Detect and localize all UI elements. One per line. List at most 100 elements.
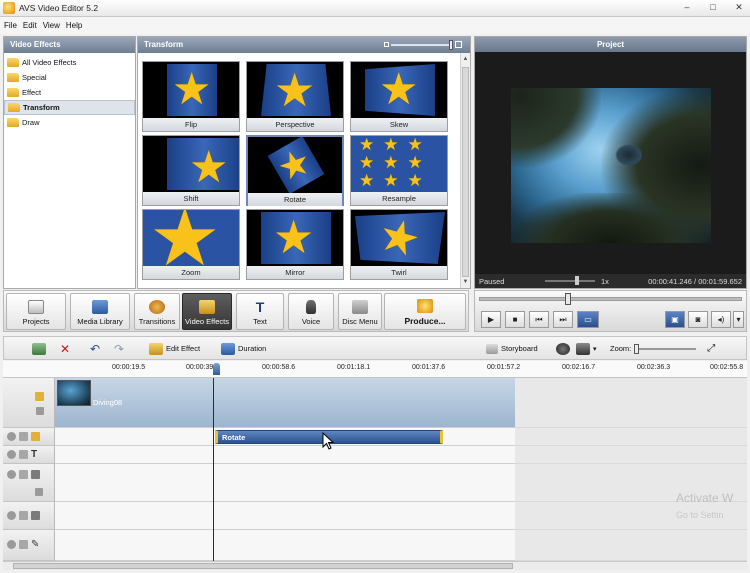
voice-button[interactable]: Voice (288, 293, 334, 330)
minimize-button[interactable]: – (678, 2, 696, 14)
menu-edit[interactable]: Edit (22, 21, 38, 30)
playhead-line[interactable] (213, 378, 214, 561)
effect-category-label: Special (22, 73, 47, 82)
video-effects-button[interactable]: Video Effects (182, 293, 232, 330)
activate-windows-subtext: Go to Settin (676, 510, 724, 520)
overlay-track-header (3, 464, 55, 502)
effect-category-all[interactable]: All Video Effects (4, 55, 135, 70)
edit-effect-button[interactable]: Edit Effect (149, 341, 200, 356)
maximize-button[interactable]: □ (704, 2, 722, 14)
effect-category-special[interactable]: Special (4, 70, 135, 85)
seek-bar[interactable] (479, 297, 742, 301)
text-track-empty[interactable] (515, 446, 747, 464)
timeline-ruler[interactable]: 00:00:19.5 00:00:39.0 00:00:58.6 00:01:1… (3, 361, 747, 378)
effect-category-transform[interactable]: Transform (4, 100, 135, 115)
video-track-icon (35, 392, 44, 401)
star-icon: ★★★ (359, 171, 432, 190)
audio-track[interactable] (55, 502, 515, 530)
timeline-horizontal-scrollbar[interactable] (3, 561, 747, 570)
zoom-slider[interactable] (634, 343, 697, 354)
redo-button[interactable]: ↷ (114, 341, 124, 356)
thumb-size-slider[interactable] (384, 39, 462, 50)
fit-to-window-icon[interactable]: ⤢ (707, 343, 715, 354)
scrollbar-thumb[interactable] (13, 563, 513, 569)
star-icon: ★ (273, 211, 315, 263)
video-clip-thumbnail[interactable] (57, 380, 91, 406)
lock-icon[interactable] (19, 432, 28, 441)
menu-bar: File Edit View Help (0, 17, 750, 34)
scroll-up-icon[interactable]: ▲ (462, 55, 469, 63)
disc-menu-button[interactable]: Disc Menu (338, 293, 382, 330)
eye-icon[interactable] (7, 450, 16, 459)
projects-button[interactable]: Projects (6, 293, 66, 330)
menu-help[interactable]: Help (65, 21, 83, 30)
scrollbar-thumb[interactable] (462, 67, 469, 277)
produce-button[interactable]: Produce... (384, 293, 466, 330)
undo-button[interactable]: ↶ (90, 341, 100, 356)
effect-thumb-flip[interactable]: ★ Flip (142, 61, 240, 132)
overlay-track[interactable] (55, 464, 515, 502)
effect-thumb-mirror[interactable]: ★ Mirror (246, 209, 344, 280)
previous-frame-button[interactable]: ⏮ (529, 311, 549, 328)
video-clip-name: Diving08 (93, 398, 123, 407)
monitor-button[interactable]: ▣ (665, 311, 685, 328)
effect-thumb-resample[interactable]: ★★★ ★★★ ★★★ Resample (350, 135, 448, 206)
text-button[interactable]: T Text (236, 293, 284, 330)
lock-icon[interactable] (19, 470, 28, 479)
effect-thumb-rotate[interactable]: ★ Rotate (246, 135, 344, 206)
audio-speaker-icon[interactable] (35, 407, 44, 415)
video-track[interactable]: Diving08 (55, 378, 515, 428)
next-frame-button[interactable]: ⏭ (553, 311, 573, 328)
slider-track[interactable] (391, 39, 453, 50)
slider-knob[interactable] (449, 39, 453, 50)
effect-track[interactable]: Rotate (55, 428, 515, 446)
eye-icon[interactable] (7, 511, 16, 520)
video-preview[interactable] (475, 52, 746, 274)
eye-icon[interactable] (7, 540, 16, 549)
storyboard-toggle[interactable]: Storyboard (486, 341, 538, 356)
media-library-button[interactable]: Media Library (70, 293, 130, 330)
duration-button[interactable]: Duration (221, 341, 266, 356)
scroll-down-icon[interactable]: ▼ (462, 278, 469, 286)
lock-icon[interactable] (19, 450, 28, 459)
stop-button[interactable]: ■ (505, 311, 525, 328)
effect-thumb-skew[interactable]: ★ Skew (350, 61, 448, 132)
fullscreen-toggle-button[interactable]: ▭ (577, 311, 599, 328)
lock-icon[interactable] (19, 540, 28, 549)
storyboard-icon (486, 343, 498, 354)
close-button[interactable]: ✕ (730, 2, 748, 14)
thumbnail-scrollbar[interactable]: ▲ ▼ (460, 53, 470, 288)
effect-track-empty[interactable] (515, 428, 747, 446)
audio-speaker-icon[interactable] (35, 488, 43, 496)
snapshot-button[interactable]: ◙ (688, 311, 708, 328)
volume-button[interactable]: ◂) (711, 311, 731, 328)
zoom-slider-knob[interactable] (634, 343, 640, 354)
volume-menu-button[interactable]: ▾ (733, 311, 744, 328)
text-track[interactable] (55, 446, 515, 464)
transitions-button[interactable]: Transitions (134, 293, 180, 330)
effect-thumb-zoom[interactable]: ★ Zoom (142, 209, 240, 280)
menu-view[interactable]: View (42, 21, 61, 30)
speed-slider[interactable] (545, 280, 595, 282)
display-mode-button[interactable]: ▾ (576, 341, 597, 356)
effect-category-effect[interactable]: Effect (4, 85, 135, 100)
eye-icon[interactable] (7, 432, 16, 441)
effect-thumb-twirl[interactable]: ★ Twirl (350, 209, 448, 280)
eye-icon[interactable] (7, 470, 16, 479)
effect-thumb-perspective[interactable]: ★ Perspective (246, 61, 344, 132)
playhead-handle[interactable] (213, 363, 220, 375)
delete-button[interactable]: ✕ (60, 341, 70, 356)
play-button[interactable]: ▶ (481, 311, 501, 328)
voice-record-button[interactable] (556, 341, 570, 356)
menu-file[interactable]: File (3, 21, 18, 30)
speed-slider-knob[interactable] (575, 276, 579, 285)
microphone-icon: ✎ (31, 539, 40, 550)
effect-thumb-shift[interactable]: ★ Shift (142, 135, 240, 206)
music-track[interactable] (55, 530, 515, 561)
music-track-empty[interactable] (515, 530, 747, 561)
video-track-empty[interactable] (515, 378, 747, 428)
timeline-add-button[interactable] (32, 341, 46, 356)
lock-icon[interactable] (19, 511, 28, 520)
seek-knob[interactable] (565, 293, 571, 305)
effect-category-draw[interactable]: Draw (4, 115, 135, 130)
